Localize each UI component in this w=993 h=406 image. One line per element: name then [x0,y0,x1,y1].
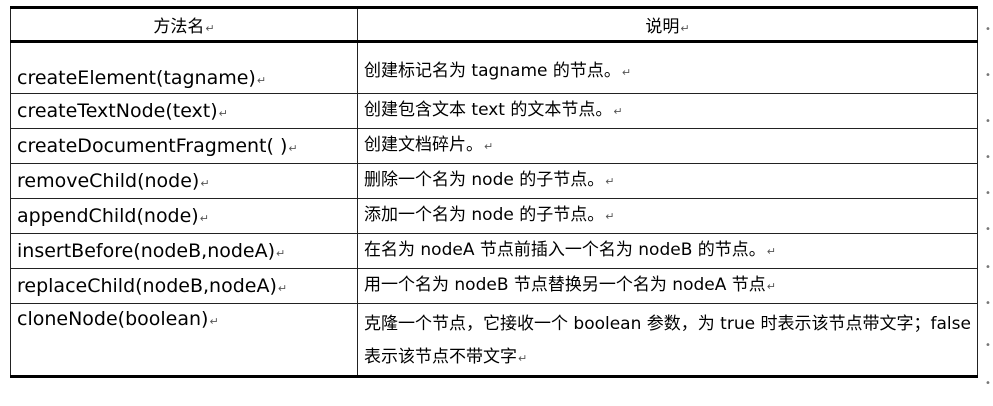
description-cell: 创建标记名为 tagname 的节点。↵ [357,41,978,94]
header-description: 说明↵ [357,7,978,43]
header-method: 方法名↵ [10,7,358,43]
row-end-mark: • [985,152,991,163]
row-end-mark: • [985,116,991,127]
row-end-mark: • [985,70,991,81]
method-cell: createElement(tagname)↵ [10,41,358,94]
table-row: removeChild(node)↵ 删除一个名为 node 的子节点。↵ [10,163,978,199]
method-cell: createTextNode(text)↵ [10,93,358,129]
description-cell: 创建包含文本 text 的文本节点。↵ [357,93,978,129]
method-cell: createDocumentFragment( )↵ [10,128,358,164]
description-cell: 克隆一个节点，它接收一个 boolean 参数，为 true 时表示该节点带文字… [357,303,978,377]
description-cell: 创建文档碎片。↵ [357,128,978,164]
table-row: cloneNode(boolean)↵ 克隆一个节点，它接收一个 boolean… [10,303,978,377]
row-end-mark: • [985,298,991,309]
description-cell: 在名为 nodeA 节点前插入一个名为 nodeB 的节点。↵ [357,233,978,269]
description-cell: 删除一个名为 node 的子节点。↵ [357,163,978,199]
description-cell: 用一个名为 nodeB 节点替换另一个名为 nodeA 节点↵ [357,268,978,304]
row-end-mark: • [985,340,991,351]
row-end-mark: • [985,224,991,235]
row-end-mark: • [985,188,991,199]
table-row: createElement(tagname)↵ 创建标记名为 tagname 的… [10,41,978,94]
method-cell: insertBefore(nodeB,nodeA)↵ [10,233,358,269]
row-end-mark: • [985,378,991,389]
method-cell: appendChild(node)↵ [10,198,358,234]
method-cell: cloneNode(boolean)↵ [10,303,358,377]
header-row: 方法名↵ 说明↵ [10,7,978,43]
table-row: createTextNode(text)↵ 创建包含文本 text 的文本节点。… [10,93,978,129]
description-cell: 添加一个名为 node 的子节点。↵ [357,198,978,234]
method-cell: replaceChild(nodeB,nodeA)↵ [10,268,358,304]
row-end-mark: • [985,24,991,35]
table-row: appendChild(node)↵ 添加一个名为 node 的子节点。↵ [10,198,978,234]
method-cell: removeChild(node)↵ [10,163,358,199]
table-row: insertBefore(nodeB,nodeA)↵ 在名为 nodeA 节点前… [10,233,978,269]
table-row: replaceChild(nodeB,nodeA)↵ 用一个名为 nodeB 节… [10,268,978,304]
table-row: createDocumentFragment( )↵ 创建文档碎片。↵ [10,128,978,164]
row-end-mark: • [985,262,991,273]
methods-table: 方法名↵ 说明↵ createElement(tagname)↵ 创建标记名为 … [10,6,978,378]
